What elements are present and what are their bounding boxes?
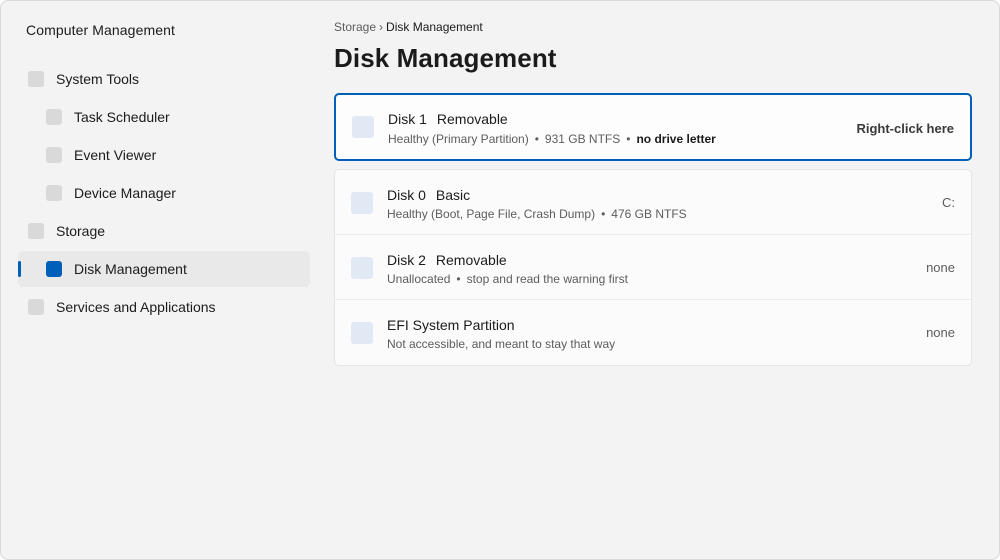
disk-name: Disk 1 Removable xyxy=(388,111,508,127)
storage-icon xyxy=(28,223,44,239)
event-viewer-icon xyxy=(46,147,62,163)
right-click-hint: Right-click here xyxy=(856,121,954,136)
disk-detail: Healthy (Primary Partition) • 931 GB NTFS •… xyxy=(388,132,716,146)
disk-icon xyxy=(351,192,373,214)
app-title: Computer Management xyxy=(26,22,175,38)
disk-type-label: Basic xyxy=(435,187,471,203)
disk-icon xyxy=(351,322,373,344)
sidebar: Computer Management System Tools Task Sc… xyxy=(1,1,319,559)
services-icon xyxy=(28,299,44,315)
disk-type-label: Removable xyxy=(436,111,508,127)
disk-name: EFI System Partition xyxy=(387,317,515,333)
separator-dot: • xyxy=(601,207,606,221)
disk-card-disk-1[interactable]: Disk 1 Removable Healthy (Primary Partiti… xyxy=(334,93,972,161)
sidebar-item-label: Disk Management xyxy=(74,261,187,277)
disk-icon xyxy=(351,257,373,279)
sidebar-item-system-tools[interactable]: System Tools xyxy=(18,61,310,97)
computer-management-window: Computer Management System Tools Task Sc… xyxy=(0,0,1000,560)
disk-status: Healthy (Boot, Page File, Crash Dump) xyxy=(387,207,596,221)
breadcrumb: Storage › Disk Management xyxy=(334,20,483,34)
drive-letter: none xyxy=(926,260,955,275)
drive-letter: none xyxy=(926,325,955,340)
device-manager-icon xyxy=(46,185,62,201)
disk-list: Disk 0 Basic Healthy (Boot, Page File, Cr… xyxy=(334,169,972,366)
sidebar-item-label: Storage xyxy=(56,223,106,239)
disk-size: 931 GB NTFS xyxy=(544,132,621,146)
disk-row-disk-2[interactable]: Disk 2 Removable Unallocated • stop and rea… xyxy=(335,235,971,300)
disk-management-icon xyxy=(46,261,62,277)
drive-letter-status: no drive letter xyxy=(636,132,716,146)
disk-row-disk-0[interactable]: Disk 0 Basic Healthy (Boot, Page File, Cr… xyxy=(335,170,971,235)
separator-dot: • xyxy=(626,132,631,146)
disk-detail: Unallocated • stop and read the warning fi… xyxy=(387,272,628,286)
breadcrumb-current: Disk Management xyxy=(386,20,483,34)
disk-size: 476 GB NTFS xyxy=(611,207,687,221)
sidebar-item-event-viewer[interactable]: Event Viewer xyxy=(18,137,310,173)
disk-detail: Healthy (Boot, Page File, Crash Dump) • 47… xyxy=(387,207,687,221)
disk-name-label: Disk 1 xyxy=(388,111,427,127)
sidebar-item-storage[interactable]: Storage xyxy=(18,213,310,249)
sidebar-item-disk-management[interactable]: Disk Management xyxy=(18,251,310,287)
page-title: Disk Management xyxy=(334,43,557,73)
disk-status: Unallocated xyxy=(387,272,451,286)
disk-name: Disk 2 Removable xyxy=(387,252,507,268)
disk-icon xyxy=(352,116,374,138)
sidebar-item-label: Task Scheduler xyxy=(74,109,170,125)
disk-name: Disk 0 Basic xyxy=(387,187,470,203)
disk-detail: Not accessible, and meant to stay that w… xyxy=(387,337,615,351)
separator-dot: • xyxy=(456,272,461,286)
disk-type-label: Removable xyxy=(435,252,507,268)
sidebar-item-label: Event Viewer xyxy=(74,147,157,163)
breadcrumb-parent-link[interactable]: Storage xyxy=(334,20,376,34)
sidebar-item-label: System Tools xyxy=(56,71,139,87)
sidebar-item-task-scheduler[interactable]: Task Scheduler xyxy=(18,99,310,135)
breadcrumb-separator: › xyxy=(379,20,384,34)
separator-dot: • xyxy=(534,132,539,146)
disk-row-efi-system-partition[interactable]: EFI System Partition Not accessible, and… xyxy=(335,300,971,365)
sidebar-item-label: Services and Applications xyxy=(56,299,216,315)
task-scheduler-icon xyxy=(46,109,62,125)
disk-name-label: EFI System Partition xyxy=(387,317,515,333)
folder-icon xyxy=(28,71,44,87)
sidebar-item-device-manager[interactable]: Device Manager xyxy=(18,175,310,211)
disk-name-label: Disk 0 xyxy=(387,187,426,203)
disk-name-label: Disk 2 xyxy=(387,252,426,268)
disk-status: Healthy (Primary Partition) xyxy=(388,132,529,146)
disk-warning-note: stop and read the warning first xyxy=(466,272,629,286)
drive-letter: C: xyxy=(942,195,955,210)
sidebar-item-label: Device Manager xyxy=(74,185,176,201)
sidebar-item-services-and-applications[interactable]: Services and Applications xyxy=(18,289,310,325)
selection-indicator xyxy=(18,261,21,277)
disk-status: Not accessible, and meant to stay that w… xyxy=(387,337,616,351)
